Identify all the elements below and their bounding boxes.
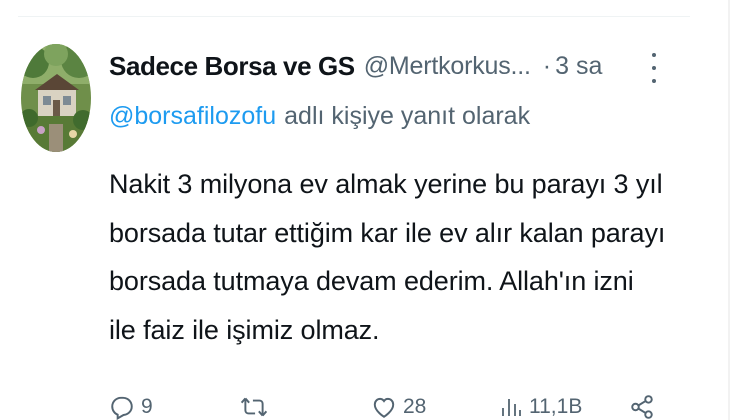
reply-context-text: adlı kişiye yanıt olarak: [284, 102, 531, 130]
views-icon: [502, 399, 521, 416]
reply-mention-link[interactable]: @borsafilozofu: [109, 102, 276, 130]
tweet-text-line: borsada tutmaya devam ederim. Allah'ın i…: [109, 266, 634, 296]
tweet-text-line: Nakit 3 milyona ev almak yerine bu paray…: [109, 169, 663, 199]
display-name[interactable]: Sadece Borsa ve GS: [109, 51, 355, 82]
reply-context: @borsafilozofu adlı kişiye yanıt olarak: [109, 102, 530, 131]
avatar-garden-house-image: [21, 44, 91, 152]
repost-button[interactable]: [240, 394, 274, 420]
more-dot: [652, 79, 656, 83]
tweet-text-line: borsada tutar ettiğim kar ile ev alır ka…: [109, 217, 666, 248]
heart-icon: [373, 397, 395, 418]
reply-icon: [111, 396, 133, 420]
separator-dot: ·: [542, 51, 552, 80]
share-icon: [631, 395, 653, 419]
reply-count: 9: [141, 395, 153, 418]
more-vertical-icon[interactable]: [643, 50, 665, 86]
more-dot: [652, 53, 656, 57]
user-handle[interactable]: @Mertkorkus...: [364, 52, 531, 81]
tweet-text-line: ile faiz ile işimiz olmaz.: [109, 314, 380, 345]
top-divider: [18, 16, 690, 17]
more-dot: [652, 66, 656, 70]
repost-icon: [240, 397, 268, 417]
like-button[interactable]: 28: [371, 394, 426, 420]
views-count: 11,1B: [529, 395, 583, 418]
share-button[interactable]: [629, 394, 655, 420]
avatar[interactable]: [21, 44, 91, 152]
tweet-screenshot: Sadece Borsa ve GS @Mertkorkus... · 3 sa…: [0, 0, 730, 420]
tweet-text: Nakit 3 milyona ev almak yerine bu paray…: [109, 160, 699, 354]
reply-button[interactable]: 9: [109, 394, 153, 420]
tweet-header: Sadece Borsa ve GS @Mertkorkus... · 3 sa: [109, 44, 602, 88]
tweet-actions: 9 28 11,1B: [109, 394, 669, 420]
views-button[interactable]: 11,1B: [499, 394, 582, 420]
like-count: 28: [403, 395, 427, 418]
timestamp[interactable]: 3 sa: [555, 52, 602, 81]
